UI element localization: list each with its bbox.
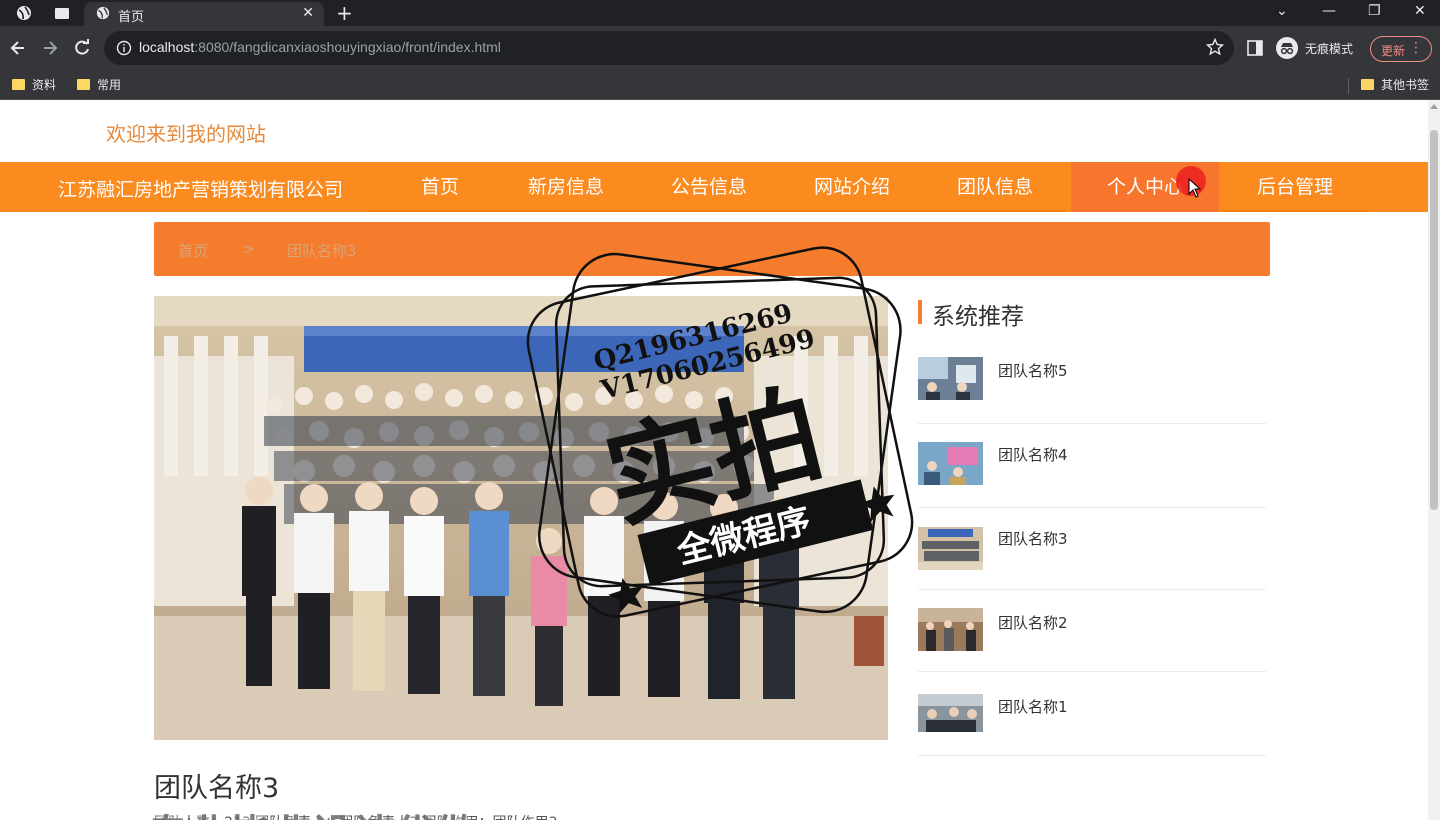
incognito-label: 无痕模式: [1305, 42, 1354, 56]
minimize-button[interactable]: —: [1322, 3, 1336, 19]
recommend-name[interactable]: 团队名称5: [998, 360, 1068, 381]
breadcrumb-separator: >: [242, 240, 255, 258]
globe-icon: [96, 6, 110, 20]
info-icon[interactable]: [116, 40, 132, 56]
section-accent: [918, 300, 922, 324]
reload-icon[interactable]: [72, 38, 92, 58]
team-title: 团队名称3: [154, 773, 280, 804]
nav-team-info[interactable]: 团队信息: [923, 162, 1067, 212]
divider: [1348, 78, 1349, 94]
recommend-item[interactable]: 团队名称5: [918, 340, 1266, 424]
recommend-name[interactable]: 团队名称3: [998, 528, 1068, 549]
recommend-item[interactable]: 团队名称3: [918, 506, 1266, 590]
web-page: 欢迎来到我的网站 江苏融汇房地产营销策划有限公司 首页 新房信息 公告信息 网站…: [0, 100, 1428, 820]
new-tab-button[interactable]: +: [336, 1, 353, 25]
nav-home[interactable]: 首页: [368, 162, 512, 212]
bookmark-folder-ziliao[interactable]: 资料: [12, 74, 56, 96]
page-scrollbar[interactable]: [1428, 100, 1440, 820]
recommend-thumbnail[interactable]: [918, 357, 983, 400]
team-photo: [154, 296, 888, 740]
tab-search-icon[interactable]: [54, 5, 70, 21]
tab-home[interactable]: 首页 ✕: [84, 2, 324, 26]
incognito-icon[interactable]: [1276, 37, 1298, 59]
nav-site-intro[interactable]: 网站介绍: [780, 162, 924, 212]
window-close-button[interactable]: ✕: [1414, 3, 1426, 19]
recommend-item[interactable]: 团队名称4: [918, 424, 1266, 508]
tab-title: 首页: [118, 10, 145, 25]
update-button[interactable]: 更新 ⋮: [1370, 36, 1432, 62]
close-icon[interactable]: ✕: [302, 5, 314, 21]
forward-icon[interactable]: [40, 38, 60, 58]
breadcrumb: 首页 > 团队名称3: [154, 222, 1270, 276]
breadcrumb-home[interactable]: 首页: [178, 240, 208, 261]
folder-icon: [1361, 79, 1374, 90]
chevron-down-icon[interactable]: ⌄: [1276, 3, 1288, 19]
recommend-thumbnail[interactable]: [918, 527, 983, 570]
back-icon[interactable]: [8, 38, 28, 58]
recommend-item[interactable]: 团队名称1: [918, 672, 1266, 756]
nav-new-houses[interactable]: 新房信息: [494, 162, 638, 212]
restore-button[interactable]: ❐: [1368, 3, 1381, 19]
browser-toolbar: localhost:8080/fangdicanxiaoshouyingxiao…: [0, 26, 1440, 70]
folder-icon: [12, 79, 25, 90]
url-text: localhost:8080/fangdicanxiaoshouyingxiao…: [139, 39, 501, 55]
breadcrumb-current: 团队名称3: [287, 242, 357, 260]
browser-tab-bar: 首页 ✕ + ⌄ — ❐ ✕: [0, 0, 1440, 26]
recommend-item[interactable]: 团队名称2: [918, 588, 1266, 672]
recommend-thumbnail[interactable]: [918, 442, 983, 485]
nav-announcements[interactable]: 公告信息: [637, 162, 781, 212]
recommend-name[interactable]: 团队名称4: [998, 444, 1068, 465]
nav-admin[interactable]: 后台管理: [1223, 162, 1367, 212]
bottom-watermark: 专业毕业设计代做: [148, 802, 476, 820]
scroll-up-arrow-icon[interactable]: [1430, 104, 1438, 109]
recommend-thumbnail[interactable]: [918, 608, 983, 651]
sidebar-title: 系统推荐: [932, 304, 1024, 330]
recommend-name[interactable]: 团队名称1: [998, 696, 1068, 717]
bookmark-folder-other[interactable]: 其他书签: [1361, 74, 1429, 96]
bookmarks-bar: 资料 常用 其他书签: [0, 70, 1440, 100]
recommend-thumbnail[interactable]: [918, 694, 983, 737]
site-brand[interactable]: 江苏融汇房地产营销策划有限公司: [58, 175, 343, 202]
side-panel-icon[interactable]: [1246, 39, 1264, 57]
more-icon: ⋮: [1409, 40, 1423, 56]
main-nav: 江苏融汇房地产营销策划有限公司 首页 新房信息 公告信息 网站介绍 团队信息 个…: [0, 162, 1428, 212]
recommend-name[interactable]: 团队名称2: [998, 612, 1068, 633]
mouse-cursor-icon: [1188, 178, 1202, 198]
bookmark-folder-changyong[interactable]: 常用: [77, 74, 121, 96]
welcome-text: 欢迎来到我的网站: [106, 122, 266, 146]
folder-icon: [77, 79, 90, 90]
globe-icon[interactable]: [16, 5, 32, 21]
address-bar[interactable]: localhost:8080/fangdicanxiaoshouyingxiao…: [104, 31, 1234, 65]
bookmark-star-icon[interactable]: [1206, 38, 1224, 56]
scroll-thumb[interactable]: [1430, 130, 1438, 510]
